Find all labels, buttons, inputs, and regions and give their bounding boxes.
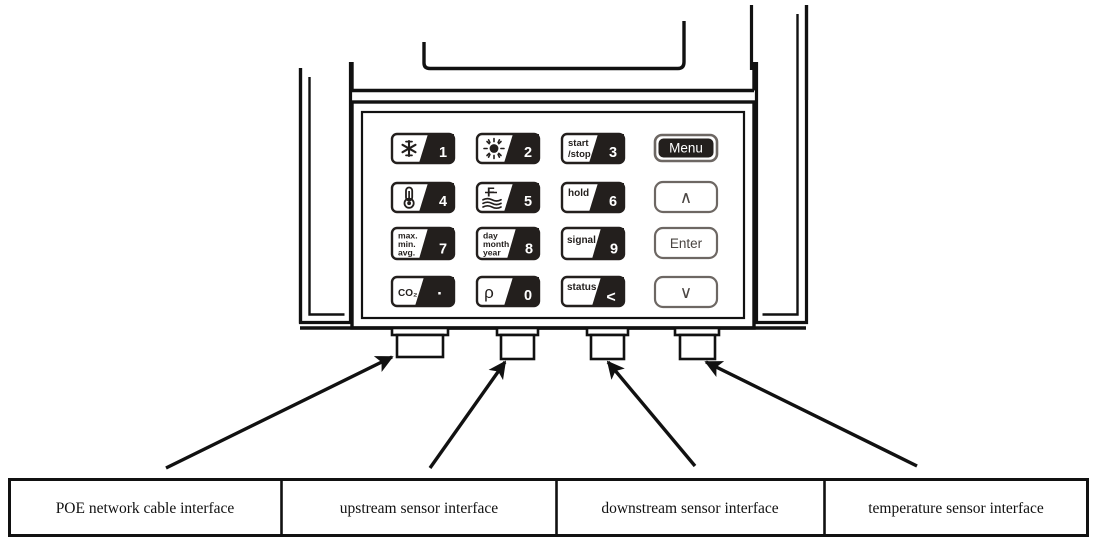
- connector-poe[interactable]: [390, 326, 450, 359]
- left-side-bracket: [298, 62, 353, 325]
- key-label-line2: /stop: [568, 149, 591, 160]
- key-label: Enter: [670, 236, 703, 251]
- key-label: hold: [568, 188, 589, 199]
- key-label: signal: [567, 235, 596, 246]
- key-flow-5[interactable]: F 5: [475, 181, 541, 214]
- key-number: 3: [609, 145, 617, 161]
- device-connector-diagram: 1 2 start /stop 3 Menu 4 F 5 hold 6 ∧ ma…: [8, 5, 1089, 537]
- sun-icon: [483, 137, 505, 160]
- key-label: Menu: [669, 141, 703, 156]
- key-thermometer-4[interactable]: 4: [390, 181, 456, 214]
- key-enter[interactable]: Enter: [653, 226, 719, 260]
- key-label-line3: year: [483, 248, 501, 258]
- connector-upstream[interactable]: [495, 326, 540, 361]
- key-daymonthyear-8[interactable]: day month year 8: [475, 226, 541, 261]
- right-side-bracket: [754, 5, 809, 325]
- chevron-down-icon: ∨: [680, 283, 692, 302]
- chevron-up-icon: ∧: [680, 188, 692, 207]
- key-maxminavg-7[interactable]: max. min. avg. 7: [390, 226, 456, 261]
- table-cell-temperature: temperature sensor interface: [868, 500, 1044, 517]
- key-number: 9: [610, 242, 618, 258]
- key-number: 0: [524, 288, 532, 304]
- key-number: 5: [524, 194, 532, 210]
- callout-arrows: [165, 355, 918, 470]
- top-bracket: [422, 21, 686, 71]
- key-label-line1: start: [568, 138, 589, 149]
- connector-temperature[interactable]: [673, 326, 721, 361]
- key-sun-2[interactable]: 2: [475, 132, 541, 165]
- key-menu[interactable]: Menu: [653, 133, 719, 163]
- arrow-poe: [165, 355, 394, 470]
- key-rho-0[interactable]: ρ 0: [475, 275, 541, 308]
- key-number: ·: [437, 284, 443, 303]
- key-number: 6: [609, 194, 617, 210]
- key-number: 4: [439, 194, 447, 210]
- figure-canvas: 1 2 start /stop 3 Menu 4 F 5 hold 6 ∧ ma…: [0, 0, 1097, 545]
- key-number: 8: [525, 242, 533, 258]
- key-start-stop-3[interactable]: start /stop 3: [560, 132, 626, 165]
- device-body: [300, 62, 806, 330]
- key-number: 2: [524, 145, 532, 161]
- key-co2-dot[interactable]: CO₂ ·: [390, 275, 456, 308]
- connector-row: [390, 326, 721, 361]
- key-snowflake-1[interactable]: 1: [390, 132, 456, 165]
- arrow-temperature: [704, 360, 918, 468]
- arrow-downstream: [606, 360, 697, 468]
- table-cell-downstream: downstream sensor interface: [601, 500, 778, 517]
- key-label-line3: avg.: [398, 248, 415, 258]
- key-label: CO₂: [398, 288, 417, 299]
- key-down[interactable]: ∨: [653, 275, 719, 309]
- connector-downstream[interactable]: [585, 326, 630, 361]
- table-cell-poe: POE network cable interface: [56, 500, 235, 517]
- key-signal-9[interactable]: signal 9: [560, 226, 626, 261]
- callout-table: POE network cable interface upstream sen…: [8, 478, 1089, 537]
- key-hold-6[interactable]: hold 6: [560, 181, 626, 214]
- key-status-back[interactable]: status <: [560, 275, 626, 308]
- key-number: 1: [439, 145, 447, 161]
- key-label: ρ: [484, 283, 494, 302]
- arrow-upstream: [428, 360, 507, 469]
- key-number: <: [606, 289, 615, 306]
- table-cell-upstream: upstream sensor interface: [340, 500, 498, 517]
- key-label: status: [567, 282, 597, 293]
- key-number: 7: [439, 242, 447, 258]
- key-up[interactable]: ∧: [653, 180, 719, 214]
